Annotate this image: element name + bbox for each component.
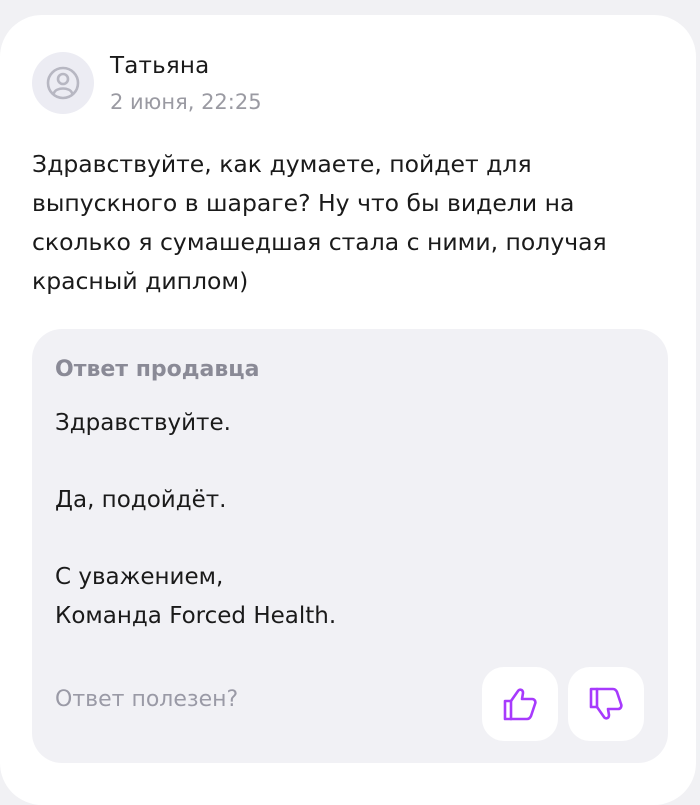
seller-reply-text: Здравствуйте. Да, подойдёт. С уважением,…: [55, 410, 337, 629]
avatar: [32, 52, 94, 114]
review-text: Здравствуйте, как думаете, пойдет для вы…: [32, 150, 607, 295]
author-name: Татьяна: [110, 53, 210, 79]
review-date: 2 июня, 22:25: [110, 90, 262, 114]
seller-reply-box: Ответ продавца Здравствуйте. Да, подойдё…: [32, 329, 668, 763]
thumbs-down-icon: [589, 687, 623, 720]
helpful-no-button[interactable]: [568, 667, 644, 741]
thumbs-up-icon: [503, 688, 537, 721]
helpful-yes-button[interactable]: [482, 667, 558, 741]
review-card: Татьяна 2 июня, 22:25 Здравствуйте, как …: [0, 15, 696, 805]
user-icon: [46, 66, 80, 100]
helpful-question: Ответ полезен?: [55, 687, 239, 712]
seller-reply-title: Ответ продавца: [55, 357, 260, 382]
